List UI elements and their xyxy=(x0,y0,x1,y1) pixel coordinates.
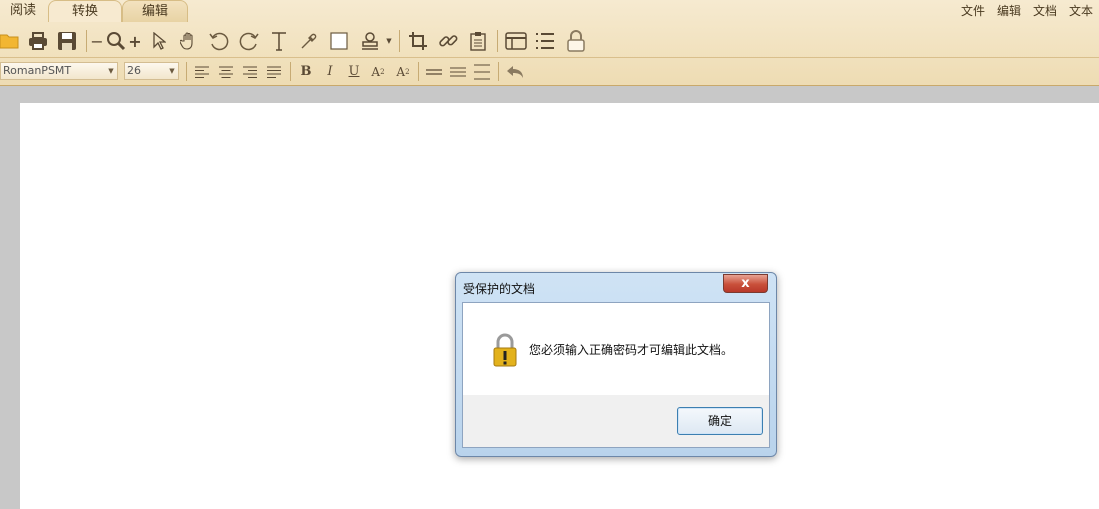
underline-button[interactable]: U xyxy=(345,62,363,81)
format-toolbar: RomanPSMT ▼ 26 ▼ B I U A2 A2 xyxy=(0,58,1099,85)
text-tool-icon[interactable] xyxy=(268,30,290,52)
hand-tool-icon[interactable] xyxy=(177,30,201,52)
select-arrow-icon[interactable] xyxy=(148,30,170,52)
bold-button[interactable]: B xyxy=(297,62,315,81)
tab-bar: 阅读 转换 编辑 xyxy=(0,0,1099,22)
save-icon[interactable] xyxy=(56,30,78,52)
line-spacing-medium-icon[interactable] xyxy=(448,62,468,81)
tab-convert[interactable]: 转换 xyxy=(48,0,122,22)
rotate-left-icon[interactable] xyxy=(207,30,231,52)
superscript-label: A xyxy=(371,64,381,79)
stamp-dropdown-icon[interactable]: ▼ xyxy=(384,30,394,52)
ok-button[interactable]: 确定 xyxy=(677,407,763,435)
dialog-title: 受保护的文档 xyxy=(463,282,536,296)
main-toolbar: − + ▼ xyxy=(0,24,1099,58)
subscript-mark: 2 xyxy=(405,67,410,76)
list-icon[interactable] xyxy=(533,30,557,52)
menu-text[interactable]: 文本 xyxy=(1069,2,1093,19)
dialog-message: 您必须输入正确密码才可编辑此文档。 xyxy=(529,343,734,357)
line-spacing-single-icon[interactable] xyxy=(424,62,444,81)
align-left-icon[interactable] xyxy=(193,62,211,81)
page-layout-icon[interactable] xyxy=(503,30,529,52)
italic-button[interactable]: I xyxy=(321,62,339,81)
line-spacing-double-icon[interactable] xyxy=(472,62,492,81)
zoom-icon[interactable] xyxy=(104,30,128,52)
font-size-select[interactable]: 26 ▼ xyxy=(124,62,179,80)
menu-edit[interactable]: 编辑 xyxy=(997,2,1021,19)
tab-read[interactable]: 阅读 xyxy=(0,0,46,22)
rotate-right-icon[interactable] xyxy=(237,30,261,52)
menu-document[interactable]: 文档 xyxy=(1033,2,1057,19)
open-folder-icon[interactable] xyxy=(0,30,20,52)
font-size-value: 26 xyxy=(127,64,141,77)
protected-document-dialog: 受保护的文档 x 您必须输入正确密码才可编辑此文档。 确定 xyxy=(455,272,777,457)
rectangle-tool-icon[interactable] xyxy=(327,30,351,52)
font-name-select[interactable]: RomanPSMT ▼ xyxy=(0,62,118,80)
top-menu: 文件 编辑 文档 文本 xyxy=(961,2,1093,19)
print-icon[interactable] xyxy=(27,30,49,52)
dialog-body: 您必须输入正确密码才可编辑此文档。 确定 xyxy=(462,302,770,448)
align-center-icon[interactable] xyxy=(217,62,235,81)
font-name-value: RomanPSMT xyxy=(3,64,72,77)
chevron-down-icon: ▼ xyxy=(108,67,114,75)
undo-icon[interactable] xyxy=(504,62,526,81)
tab-edit[interactable]: 编辑 xyxy=(122,0,188,22)
stamp-icon[interactable] xyxy=(357,30,383,52)
align-right-icon[interactable] xyxy=(241,62,259,81)
padlock-warning-icon xyxy=(492,333,518,370)
eyedropper-icon[interactable] xyxy=(298,30,320,52)
align-justify-icon[interactable] xyxy=(265,62,283,81)
subscript-button[interactable]: A2 xyxy=(393,62,413,81)
zoom-in-icon[interactable]: + xyxy=(128,30,142,52)
lock-icon[interactable] xyxy=(563,29,589,53)
form-clipboard-icon[interactable] xyxy=(466,30,490,52)
zoom-out-icon[interactable]: − xyxy=(90,30,103,52)
chevron-down-icon: ▼ xyxy=(169,67,175,75)
dialog-close-button[interactable]: x xyxy=(723,274,768,293)
link-icon[interactable] xyxy=(436,30,460,52)
menu-file[interactable]: 文件 xyxy=(961,2,985,19)
superscript-mark: 2 xyxy=(380,67,385,76)
subscript-label: A xyxy=(396,64,406,79)
superscript-button[interactable]: A2 xyxy=(368,62,388,81)
crop-icon[interactable] xyxy=(405,30,431,52)
toolbar-ribbon: 阅读 转换 编辑 文件 编辑 文档 文本 − + ▼ RomanPSMT ▼ 2… xyxy=(0,0,1099,86)
